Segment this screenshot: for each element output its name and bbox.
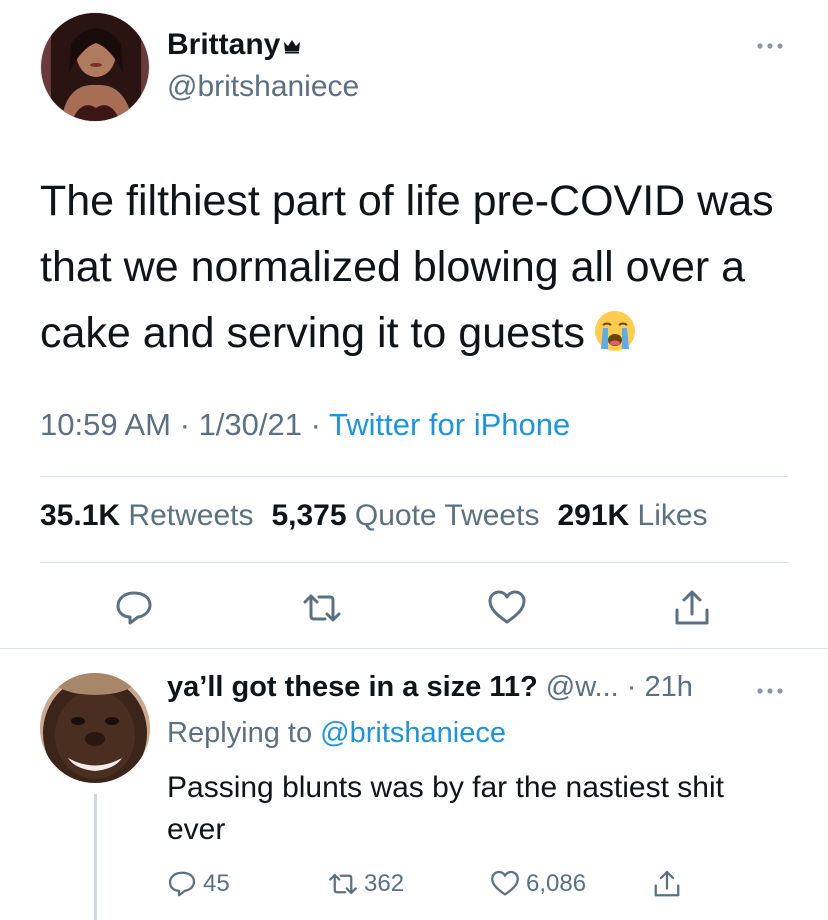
tweet-text-body: The filthiest part of life pre-COVID was… [40, 177, 774, 357]
author-name[interactable]: Brittany [167, 28, 301, 62]
reply-text: Passing blunts was by far the nastiest s… [167, 771, 724, 846]
quotes-count: 5,375 [271, 499, 347, 532]
tweet-text: The filthiest part of life pre-COVID was… [40, 168, 800, 366]
quotes-label: Quote Tweets [354, 499, 540, 532]
reply-icon [168, 871, 196, 897]
quotes-stat[interactable]: 5,375 Quote Tweets [271, 499, 539, 532]
share-icon [675, 590, 709, 625]
reply-button[interactable] [114, 588, 154, 628]
reply-likes-count: 6,086 [526, 870, 587, 897]
reply-retweet-button[interactable]: 362 [328, 869, 404, 899]
reply-header: ya’ll got these in a size 11? @w... · 21… [167, 671, 693, 704]
divider [40, 562, 788, 563]
reply-replies-count: 45 [203, 870, 230, 897]
replying-prefix: Replying to [167, 717, 313, 749]
tweet-meta: 10:59 AM · 1/30/21 · Twitter for iPhone [40, 407, 570, 443]
reply-tweet[interactable]: ya’ll got these in a size 11? @w... · 21… [0, 649, 828, 920]
like-button[interactable] [487, 588, 527, 628]
retweets-label: Retweets [128, 499, 254, 532]
tweet-date[interactable]: 1/30/21 [199, 407, 302, 442]
reply-share-button[interactable] [652, 869, 688, 899]
reply-icon [116, 591, 152, 625]
retweet-icon [329, 873, 357, 895]
likes-stat[interactable]: 291K Likes [557, 499, 707, 532]
reply-timestamp[interactable]: · 21h [627, 671, 693, 703]
thread-line [94, 794, 97, 920]
tweet-stats: 35.1K Retweets 5,375 Quote Tweets 291K Lik… [40, 499, 708, 533]
share-button[interactable] [672, 588, 712, 628]
like-icon [488, 590, 526, 624]
retweets-stat[interactable]: 35.1K Retweets [40, 499, 253, 532]
reply-retweets-count: 362 [364, 870, 405, 897]
replying-to-handle-link[interactable]: @britshaniece [320, 717, 506, 749]
likes-count: 291K [557, 499, 630, 532]
like-icon [491, 870, 519, 896]
divider [40, 476, 788, 477]
author-avatar[interactable] [40, 12, 150, 122]
meta-separator: · [310, 407, 321, 442]
more-options-icon[interactable] [755, 36, 785, 56]
reply-author-name[interactable]: ya’ll got these in a size 11? [167, 671, 538, 703]
author-name-text: Brittany [167, 28, 281, 61]
share-icon [654, 870, 680, 897]
likes-label: Likes [637, 499, 708, 532]
meta-separator: · [179, 407, 190, 442]
reply-author-handle[interactable]: @w... [546, 671, 619, 703]
reply-more-options-icon[interactable] [755, 681, 785, 701]
replying-to: Replying to @britshaniece [167, 717, 506, 750]
main-tweet: Brittany @britshaniece The filthiest par… [0, 0, 828, 648]
retweet-icon [303, 594, 341, 622]
reply-like-button[interactable]: 6,086 [490, 869, 586, 899]
retweets-count: 35.1K [40, 499, 121, 532]
tweet-time[interactable]: 10:59 AM [40, 407, 171, 442]
loudly-crying-face-icon [594, 311, 635, 351]
crown-icon [284, 40, 301, 54]
author-handle[interactable]: @britshaniece [167, 70, 359, 104]
reply-author-avatar[interactable] [40, 673, 150, 783]
reply-reply-button[interactable]: 45 [167, 869, 230, 899]
retweet-button[interactable] [302, 588, 342, 628]
tweet-source-link[interactable]: Twitter for iPhone [329, 407, 570, 442]
